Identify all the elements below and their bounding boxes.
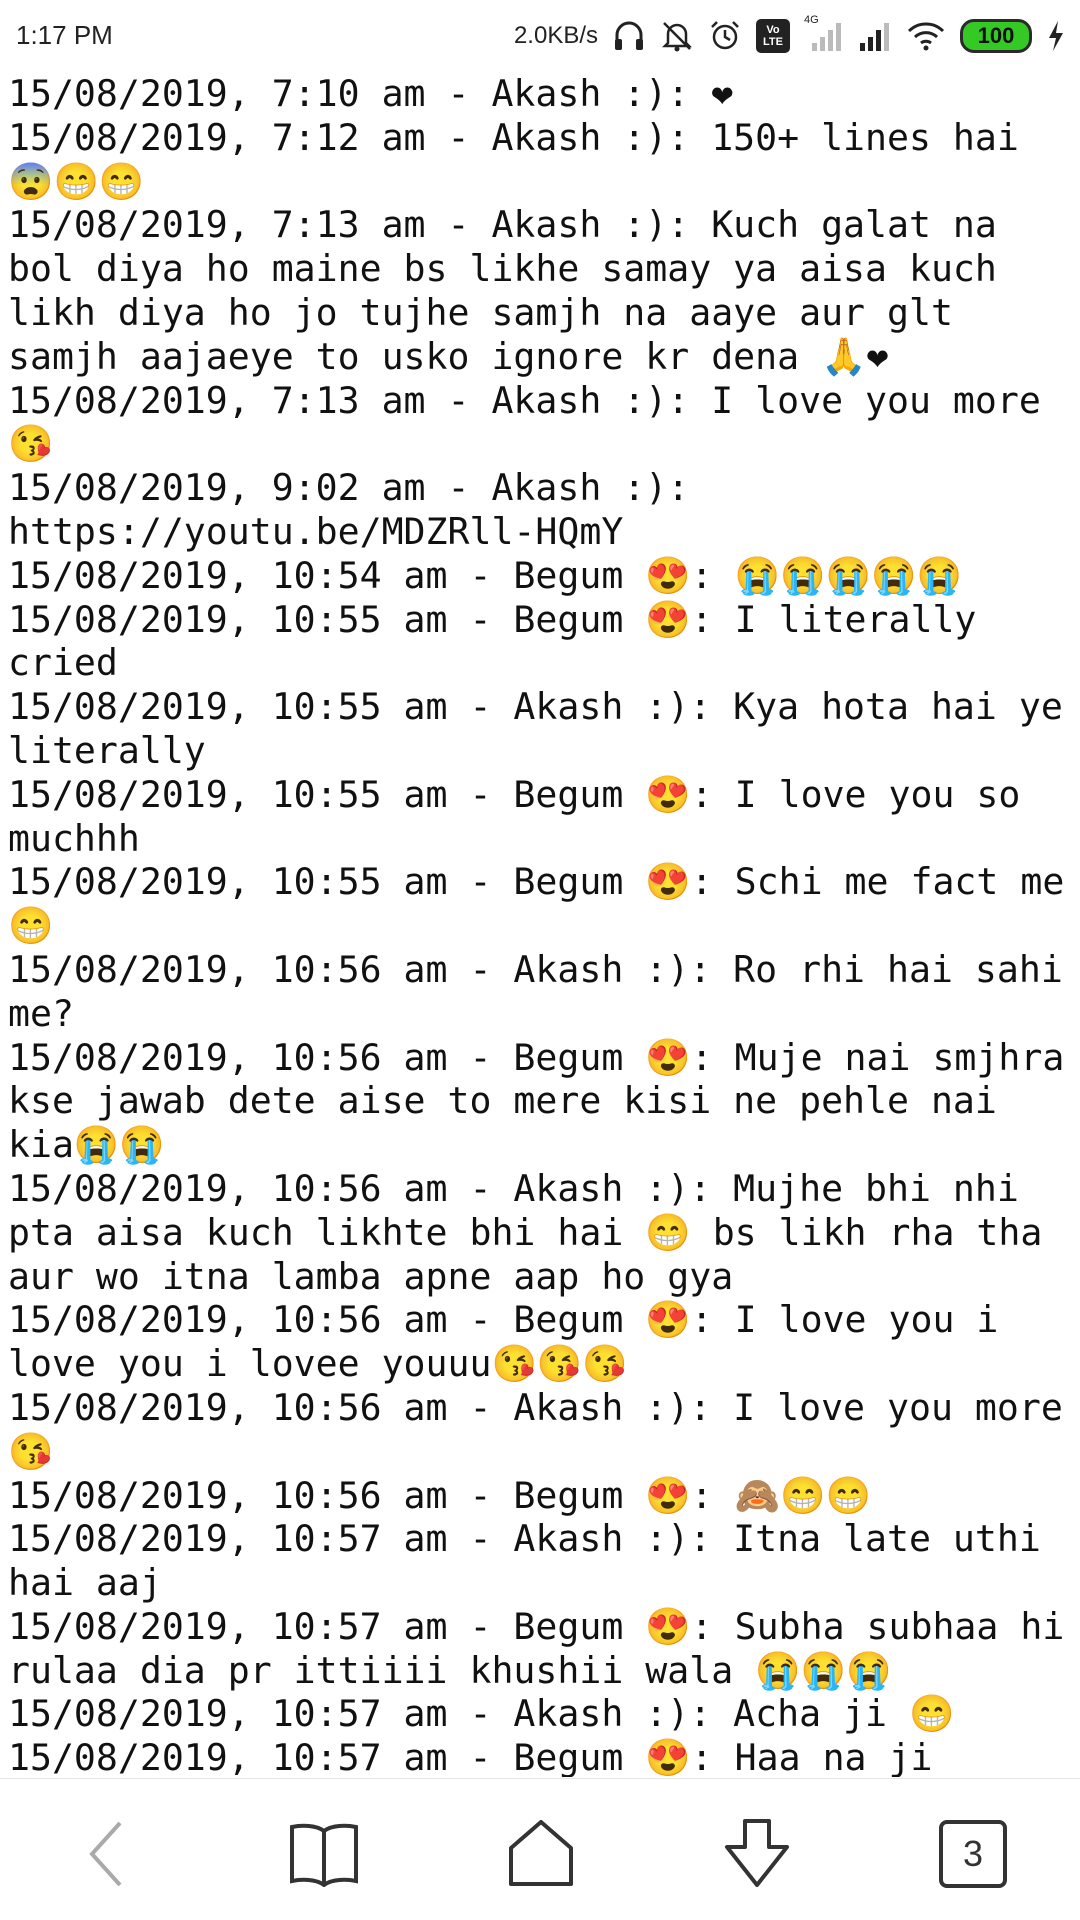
bottom-navigation-bar: 3 <box>0 1778 1080 1920</box>
headphones-icon <box>612 16 646 56</box>
tab-count: 3 <box>962 1833 984 1874</box>
back-button[interactable] <box>62 1809 152 1899</box>
chat-line: 15/08/2019, 7:13 am - Akash :): Kuch gal… <box>8 203 1019 378</box>
chat-line: 15/08/2019, 10:57 am - Akash :): Itna la… <box>8 1517 1063 1605</box>
chat-line: 15/08/2019, 10:55 am - Begum 😍: I love y… <box>8 772 1043 860</box>
battery-level: 100 <box>977 23 1015 48</box>
battery-icon: 100 <box>960 19 1032 53</box>
chat-line: 15/08/2019, 10:55 am - Begum 😍: Schi me … <box>8 860 1065 948</box>
wifi-icon <box>906 16 946 56</box>
chat-line: 15/08/2019, 10:56 am - Begum 😍: 🙈😁😁 <box>8 1473 872 1517</box>
network-type: 4G <box>804 14 819 26</box>
chat-line: 15/08/2019, 10:57 am - Begum 😍: Haa na j… <box>8 1736 933 1777</box>
network-speed: 2.0KB/s <box>513 22 598 49</box>
chat-line: 15/08/2019, 10:56 am - Begum 😍: Muje nai… <box>8 1035 1065 1167</box>
chat-line: 15/08/2019, 10:56 am - Akash :): Ro rhi … <box>8 947 1063 1035</box>
home-button[interactable] <box>496 1809 586 1899</box>
signal-icon <box>858 16 892 56</box>
chat-line: 15/08/2019, 10:57 am - Akash :): Acha ji… <box>8 1692 955 1736</box>
tabs-button[interactable]: 3 <box>928 1809 1018 1899</box>
chat-line: 15/08/2019, 10:56 am - Akash :): Mujhe b… <box>8 1166 1065 1298</box>
charging-icon <box>1046 16 1066 56</box>
status-bar: 1:17 PM 2.0KB/s Vo LTE 4G 100 <box>0 0 1080 72</box>
download-icon <box>725 1819 789 1887</box>
home-icon <box>509 1820 573 1886</box>
chat-line: 15/08/2019, 10:56 am - Akash :): I love … <box>8 1385 1063 1473</box>
alarm-icon <box>708 16 742 56</box>
signal-icon: 4G <box>804 14 844 56</box>
chat-line: 15/08/2019, 10:57 am - Begum 😍: Subha su… <box>8 1604 1065 1692</box>
volte-label-top: Vo <box>766 24 780 36</box>
chat-line: 15/08/2019, 10:56 am - Begum 😍: I love y… <box>8 1298 1021 1386</box>
chat-line: 15/08/2019, 10:55 am - Begum 😍: I litera… <box>8 597 999 685</box>
status-icons: 2.0KB/s Vo LTE 4G 100 <box>514 14 1066 58</box>
chat-line: 15/08/2019, 7:10 am - Akash :): ❤ <box>8 72 734 115</box>
chat-line: 15/08/2019, 7:13 am - Akash :): I love y… <box>8 378 1063 466</box>
back-icon <box>89 1821 122 1887</box>
chat-line: 15/08/2019, 10:55 am - Akash :): Kya hot… <box>8 685 1063 772</box>
chat-line: 15/08/2019, 9:02 am - Akash :): https://… <box>8 466 712 553</box>
download-button[interactable] <box>712 1809 802 1899</box>
bookmarks-icon <box>290 1823 358 1887</box>
status-time: 1:17 PM <box>16 20 113 50</box>
volte-icon: Vo LTE <box>756 19 790 53</box>
bookmarks-button[interactable] <box>279 1809 369 1899</box>
chat-line: 15/08/2019, 10:54 am - Begum 😍: 😭😭😭😭😭 <box>8 553 962 597</box>
chat-line: 15/08/2019, 7:12 am - Akash :): 150+ lin… <box>8 115 1041 203</box>
volte-label-bottom: LTE <box>763 36 783 48</box>
tabs-icon: 3 <box>939 1820 1007 1888</box>
chat-text-content: 15/08/2019, 7:10 am - Akash :): ❤ 15/08/… <box>8 72 1076 1777</box>
muted-bell-icon <box>660 16 694 56</box>
